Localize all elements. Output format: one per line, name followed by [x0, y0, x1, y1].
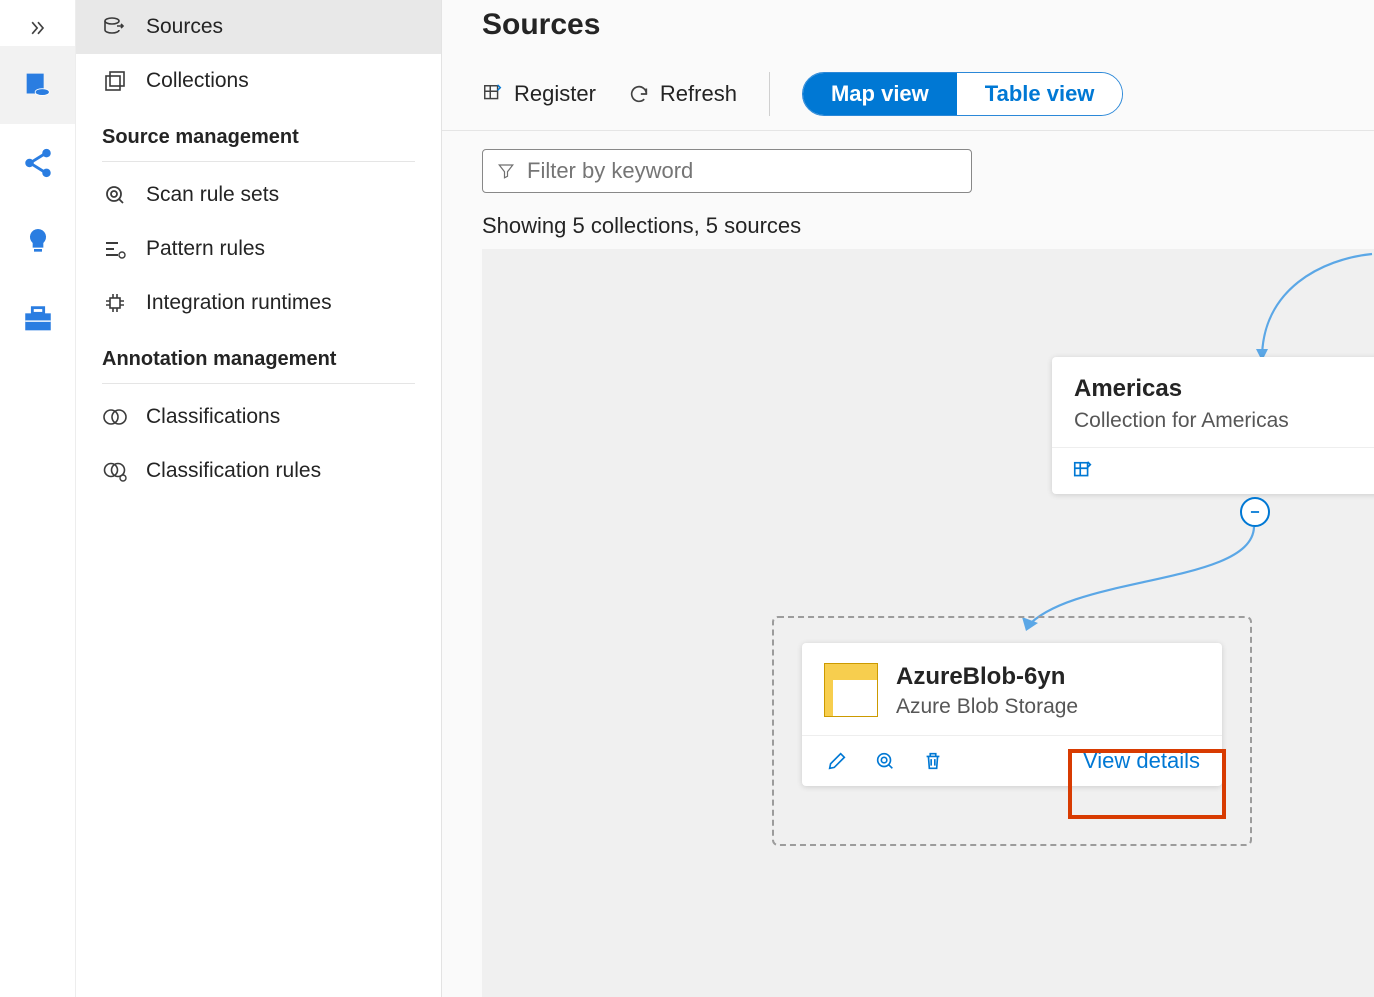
sidebar-item-label: Scan rule sets [146, 183, 279, 207]
register-icon [482, 83, 504, 105]
scan-icon [102, 182, 128, 208]
rail-item-data-map[interactable] [0, 46, 75, 124]
sidebar: Sources Collections Source management Sc… [76, 0, 441, 997]
rail-item-insights[interactable] [0, 202, 75, 280]
toolbar: Register Refresh Map view Table view [442, 58, 1374, 131]
page-title: Sources [482, 8, 1334, 42]
collection-desc: Collection for Americas [1074, 403, 1374, 433]
scan-icon[interactable] [872, 748, 898, 774]
venn-icon [102, 404, 128, 430]
main: Sources Register Refresh Map view Table … [441, 0, 1374, 997]
view-table-button[interactable]: Table view [957, 73, 1123, 115]
chevron-double-right-icon [28, 18, 48, 38]
collection-title: Americas [1074, 375, 1374, 403]
sidebar-item-label: Classification rules [146, 459, 321, 483]
data-map-icon [21, 68, 55, 102]
collection-card[interactable]: Americas Collection for Americas [1052, 357, 1374, 494]
collection-register-icon[interactable] [1070, 458, 1096, 484]
sidebar-item-classifications[interactable]: Classifications [76, 390, 441, 444]
highlight-view-details [1068, 749, 1226, 819]
blob-storage-icon [824, 663, 878, 717]
divider [102, 161, 415, 162]
sidebar-item-pattern-rules[interactable]: Pattern rules [76, 222, 441, 276]
sidebar-item-label: Collections [146, 69, 249, 93]
sidebar-item-label: Classifications [146, 405, 280, 429]
collections-icon [102, 68, 128, 94]
source-title: AzureBlob-6yn [896, 663, 1078, 691]
register-button[interactable]: Register [482, 81, 596, 107]
refresh-button[interactable]: Refresh [628, 81, 737, 107]
venn-gear-icon [102, 458, 128, 484]
sidebar-section-source-mgmt: Source management [76, 108, 441, 155]
rail-item-management[interactable] [0, 280, 75, 358]
nav-rail [0, 0, 76, 997]
map-canvas[interactable]: Americas Collection for Americas [482, 249, 1374, 997]
source-out-icon [102, 14, 128, 40]
collapse-toggle[interactable] [1240, 497, 1270, 527]
rail-item-share[interactable] [0, 124, 75, 202]
sidebar-item-label: Pattern rules [146, 237, 265, 261]
filter-icon [497, 162, 515, 180]
sidebar-item-label: Integration runtimes [146, 291, 332, 315]
view-map-button[interactable]: Map view [803, 73, 957, 115]
lightbulb-icon [22, 225, 54, 257]
filter-input-wrap[interactable] [482, 149, 972, 193]
sidebar-item-integration-runtimes[interactable]: Integration runtimes [76, 276, 441, 330]
edge-curve-incoming [1202, 249, 1374, 369]
toolbox-icon [21, 302, 55, 336]
sidebar-item-scan-rule-sets[interactable]: Scan rule sets [76, 168, 441, 222]
delete-icon[interactable] [920, 748, 946, 774]
toolbar-separator [769, 72, 770, 116]
edit-icon[interactable] [824, 748, 850, 774]
pattern-icon [102, 236, 128, 262]
share-nodes-icon [21, 146, 55, 180]
minus-icon [1248, 505, 1262, 519]
sidebar-item-classification-rules[interactable]: Classification rules [76, 444, 441, 498]
refresh-icon [628, 83, 650, 105]
rail-expand-toggle[interactable] [28, 10, 48, 46]
sidebar-section-annotation-mgmt: Annotation management [76, 330, 441, 377]
sidebar-item-label: Sources [146, 15, 223, 39]
view-toggle: Map view Table view [802, 72, 1123, 116]
divider [102, 383, 415, 384]
filter-input[interactable] [527, 158, 957, 184]
source-type: Azure Blob Storage [896, 691, 1078, 719]
runtime-icon [102, 290, 128, 316]
result-summary: Showing 5 collections, 5 sources [442, 197, 1374, 249]
sidebar-item-sources[interactable]: Sources [76, 0, 441, 54]
sidebar-item-collections[interactable]: Collections [76, 54, 441, 108]
